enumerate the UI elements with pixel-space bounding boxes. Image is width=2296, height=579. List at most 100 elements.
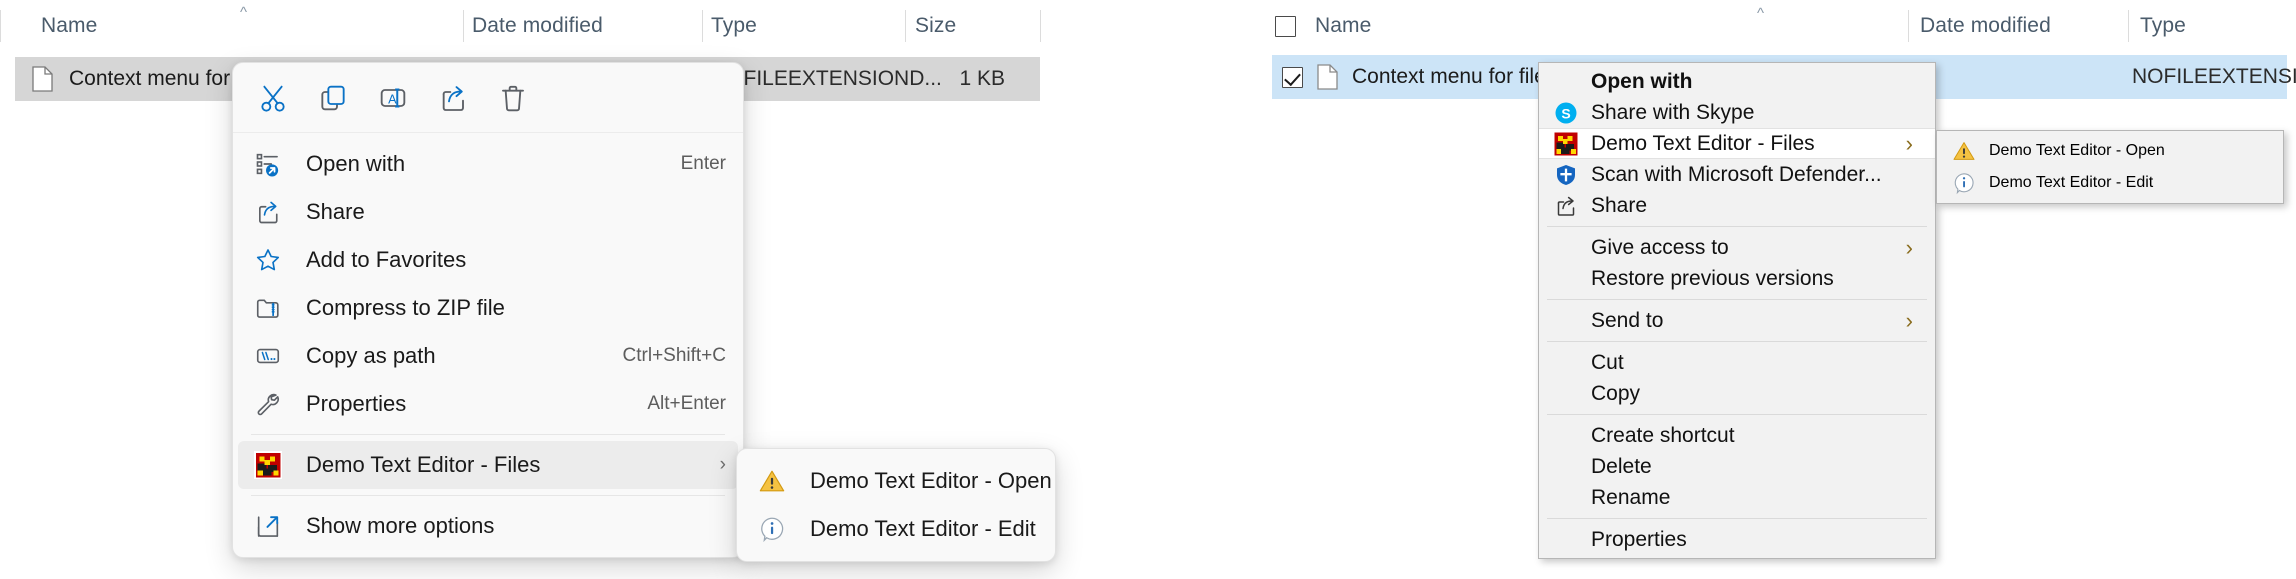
menu-separator	[251, 434, 725, 435]
menu-item-share[interactable]: Share	[1539, 190, 1935, 221]
menu-item-label: Add to Favorites	[306, 247, 467, 272]
demo-text-editor-icon	[252, 449, 284, 481]
submenu-item-label: Demo Text Editor - Edit	[810, 516, 1036, 541]
menu-item-label: Demo Text Editor - Files	[306, 452, 541, 477]
file-size-cell: 1 KB	[959, 67, 1005, 90]
menu-item-copy[interactable]: Copy	[1539, 378, 1935, 409]
menu-item-cut[interactable]: Cut	[1539, 347, 1935, 378]
submenu-item-demo-text-editor-edit[interactable]: Demo Text Editor - Edit	[1937, 167, 2283, 199]
menu-item-show-more-options[interactable]: Show more options	[238, 502, 738, 550]
menu-item-copy-as-path[interactable]: Copy as path Ctrl+Shift+C	[238, 332, 738, 380]
menu-item-share[interactable]: Share	[238, 188, 738, 236]
row-checkbox[interactable]	[1282, 66, 1303, 88]
menu-item-label: Give access to	[1591, 235, 1729, 259]
no-icon	[1553, 69, 1579, 95]
menu-separator	[1547, 341, 1927, 342]
menu-item-label: Compress to ZIP file	[306, 295, 505, 320]
submenu-item-demo-text-editor-open[interactable]: Demo Text Editor - Open	[742, 457, 1052, 505]
no-icon	[1553, 527, 1579, 553]
menu-item-share-with-skype[interactable]: S Share with Skype	[1539, 97, 1935, 128]
win11-submenu-demo-text-editor[interactable]: Demo Text Editor - Open Demo Text Editor…	[736, 448, 1056, 562]
menu-item-delete[interactable]: Delete	[1539, 451, 1935, 482]
menu-item-label: Scan with Microsoft Defender...	[1591, 162, 1882, 186]
demo-text-editor-icon	[1553, 130, 1579, 157]
sort-ascending-caret: ^	[240, 4, 248, 21]
menu-item-label: Open with	[1591, 69, 1693, 93]
menu-item-scan-with-microsoft-defender[interactable]: Scan with Microsoft Defender...	[1539, 159, 1935, 190]
column-header-row-left: Name ^ Date modified Type Size	[0, 0, 1120, 52]
menu-item-accelerator: Enter	[680, 153, 726, 174]
submenu-item-demo-text-editor-edit[interactable]: Demo Text Editor - Edit	[742, 505, 1050, 553]
share-icon	[1553, 193, 1579, 219]
zip-icon	[252, 292, 284, 324]
win11-context-menu-list: Open with Enter Share Add to Favorites C…	[233, 133, 743, 557]
screenshot-root: Name ^ Date modified Type Size Context m…	[0, 0, 2296, 579]
menu-item-demo-text-editor-files[interactable]: Demo Text Editor - Files ›	[238, 441, 738, 489]
column-header-name[interactable]: Name	[41, 0, 97, 52]
menu-item-demo-text-editor-files[interactable]: Demo Text Editor - Files ›	[1539, 128, 1935, 159]
properties-icon	[252, 388, 284, 420]
column-header-name[interactable]: Name	[1315, 0, 1371, 52]
warning-icon	[1951, 138, 1977, 164]
no-icon	[1553, 266, 1579, 292]
copy-icon[interactable]	[303, 72, 363, 124]
menu-item-create-shortcut[interactable]: Create shortcut	[1539, 420, 1935, 451]
menu-item-compress-to-zip-file[interactable]: Compress to ZIP file	[238, 284, 738, 332]
select-all-checkbox[interactable]	[1275, 16, 1296, 37]
menu-item-send-to[interactable]: Send to ›	[1539, 305, 1935, 336]
menu-item-rename[interactable]: Rename	[1539, 482, 1935, 513]
no-icon	[1553, 235, 1579, 261]
menu-item-open-with[interactable]: Open with Enter	[238, 140, 738, 188]
menu-item-label: Properties	[1591, 527, 1687, 551]
menu-item-properties[interactable]: Properties	[1539, 524, 1935, 555]
info-icon	[756, 513, 788, 545]
document-icon	[32, 66, 53, 92]
menu-item-add-to-favorites[interactable]: Add to Favorites	[238, 236, 738, 284]
no-icon	[1553, 308, 1579, 334]
submenu-item-demo-text-editor-open[interactable]: Demo Text Editor - Open	[1937, 135, 2283, 167]
delete-icon[interactable]	[483, 72, 543, 124]
rename-icon[interactable]: A	[363, 72, 423, 124]
cut-icon[interactable]	[243, 72, 303, 124]
file-type-cell: NOFILEEXTENSIOND...	[2132, 65, 2296, 88]
column-header-date-modified[interactable]: Date modified	[1920, 0, 2051, 52]
no-icon	[1553, 454, 1579, 480]
menu-item-label: Show more options	[306, 513, 495, 538]
menu-item-label: Create shortcut	[1591, 423, 1735, 447]
share-icon[interactable]	[423, 72, 483, 124]
submenu-item-label: Demo Text Editor - Open	[1989, 142, 2165, 159]
chevron-right-icon: ›	[1905, 307, 1913, 333]
menu-item-accelerator: Ctrl+Shift+C	[622, 345, 726, 366]
menu-separator	[1547, 226, 1927, 227]
no-icon	[1553, 350, 1579, 376]
chevron-right-icon: ›	[1905, 130, 1913, 156]
menu-item-label: Copy	[1591, 381, 1641, 405]
column-header-type[interactable]: Type	[711, 0, 757, 52]
menu-item-open-with[interactable]: Open with	[1539, 66, 1935, 97]
column-header-type[interactable]: Type	[2140, 0, 2186, 52]
menu-item-label: Share	[1591, 193, 1648, 217]
menu-item-restore-previous-versions[interactable]: Restore previous versions	[1539, 263, 1935, 294]
win11-context-menu[interactable]: A Open with Enter Share Add to Favorites…	[232, 62, 744, 558]
column-header-size[interactable]: Size	[915, 0, 956, 52]
menu-item-give-access-to[interactable]: Give access to ›	[1539, 232, 1935, 263]
win10-context-menu[interactable]: Open with S Share with Skype Demo Text E…	[1538, 62, 1936, 559]
svg-text:S: S	[1561, 105, 1570, 121]
skype-icon: S	[1553, 100, 1579, 126]
chevron-right-icon: ›	[719, 454, 726, 475]
win10-submenu-demo-text-editor[interactable]: Demo Text Editor - Open Demo Text Editor…	[1936, 130, 2284, 204]
win11-context-menu-toolbar: A	[233, 63, 743, 133]
menu-item-label: Rename	[1591, 485, 1671, 509]
menu-item-label: Send to	[1591, 308, 1664, 332]
defender-icon	[1553, 162, 1579, 188]
menu-item-properties[interactable]: Properties Alt+Enter	[238, 380, 738, 428]
chevron-right-icon: ›	[1905, 234, 1913, 260]
star-icon	[252, 244, 284, 276]
submenu-item-label: Demo Text Editor - Open	[810, 468, 1052, 493]
submenu-item-label: Demo Text Editor - Edit	[1989, 174, 2154, 191]
menu-item-label: Demo Text Editor - Files	[1591, 131, 1815, 155]
no-icon	[1553, 423, 1579, 449]
column-header-date-modified[interactable]: Date modified	[472, 0, 603, 52]
win11-submenu-list: Demo Text Editor - Open Demo Text Editor…	[737, 449, 1055, 561]
info-icon	[1951, 170, 1977, 196]
